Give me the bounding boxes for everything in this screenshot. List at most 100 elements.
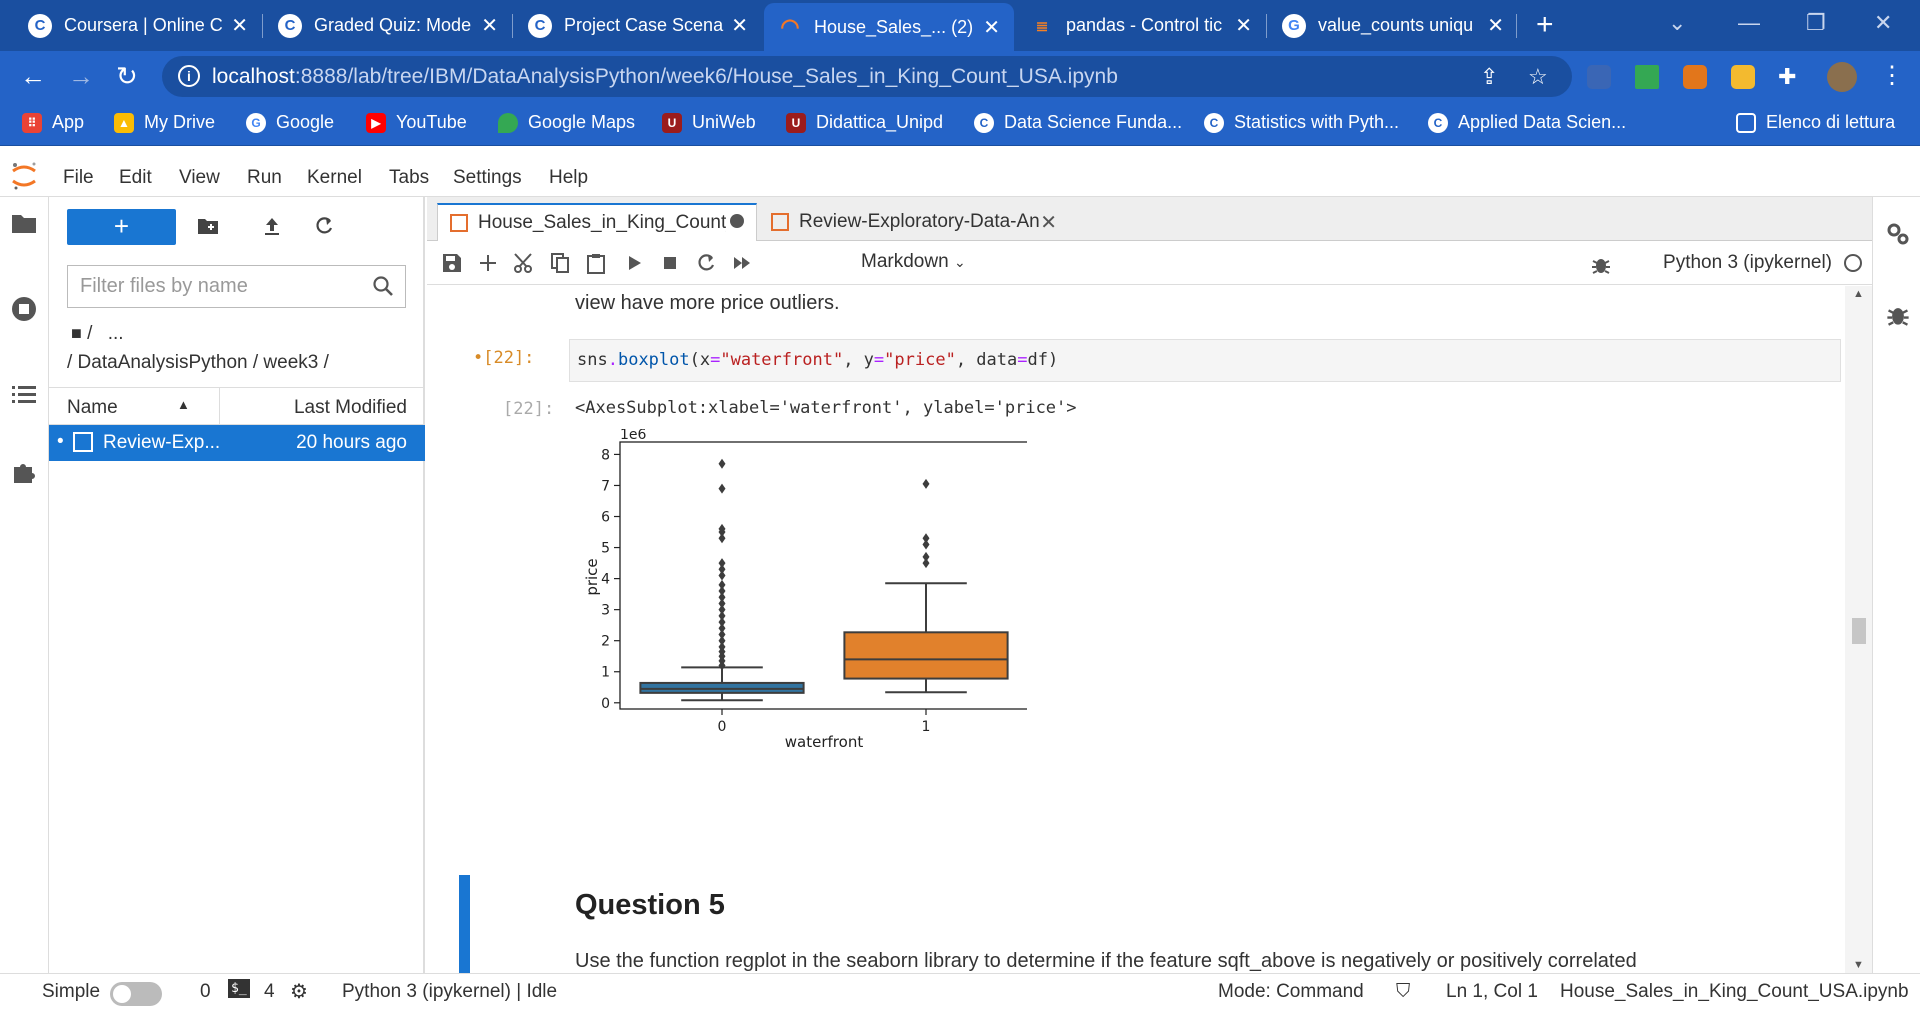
file-browser-panel: + Filter files by name ■ / ... / DataAna… — [49, 197, 425, 973]
interrupt-kernel-icon[interactable] — [659, 252, 681, 274]
browser-tab-pandas[interactable]: ≣ pandas - Control tic ✕ — [1016, 0, 1266, 51]
scroll-down-icon[interactable]: ▼ — [1853, 959, 1864, 971]
browser-tab-coursera[interactable]: C Coursera | Online C ✕ — [14, 0, 262, 51]
metamask-icon[interactable] — [1683, 65, 1707, 89]
cut-icon[interactable] — [513, 252, 535, 274]
bookmark-google-maps[interactable]: Google Maps — [498, 112, 635, 133]
new-launcher-button[interactable]: + — [67, 209, 176, 245]
bookmark-didattica[interactable]: U Didattica_Unipd — [786, 112, 943, 133]
breadcrumb-path[interactable]: / DataAnalysisPython / week3 / — [67, 352, 329, 374]
close-tab-icon[interactable]: ✕ — [1040, 210, 1057, 235]
drive-extension-icon[interactable] — [1635, 65, 1659, 89]
browser-menu-icon[interactable]: ⋮ — [1880, 62, 1904, 90]
reading-list[interactable]: Elenco di lettura — [1736, 112, 1895, 133]
extension-manager-icon[interactable] — [10, 457, 38, 485]
restart-kernel-icon[interactable] — [695, 252, 717, 274]
running-sessions-icon[interactable] — [10, 295, 38, 323]
insert-cell-icon[interactable] — [477, 252, 499, 274]
doc-tab-house-sales[interactable]: House_Sales_in_King_Count_ — [437, 203, 757, 241]
run-all-icon[interactable] — [731, 252, 753, 274]
filter-files-input[interactable]: Filter files by name — [67, 265, 406, 308]
menu-tabs[interactable]: Tabs — [389, 167, 429, 189]
notebook-scrollbar[interactable]: ▲ ▼ — [1845, 286, 1872, 973]
reload-icon[interactable]: ↻ — [116, 62, 138, 90]
new-tab-button[interactable]: + — [1536, 10, 1554, 40]
browser-tab-value-counts[interactable]: G value_counts uniqu ✕ — [1268, 0, 1518, 51]
menu-run[interactable]: Run — [247, 167, 282, 189]
back-icon[interactable]: ← — [20, 62, 46, 90]
forward-icon[interactable]: → — [68, 62, 94, 90]
menu-file[interactable]: File — [63, 167, 94, 189]
bookmark-statistics[interactable]: C Statistics with Pyth... — [1204, 112, 1399, 133]
table-of-contents-icon[interactable] — [10, 381, 38, 409]
bookmark-youtube[interactable]: ▶ YouTube — [366, 112, 467, 133]
close-tab-icon[interactable]: ✕ — [231, 13, 248, 38]
column-last-modified[interactable]: Last Modified — [294, 397, 407, 419]
menu-view[interactable]: View — [179, 167, 220, 189]
extension-icon[interactable] — [1587, 65, 1611, 89]
bookmark-applied-data[interactable]: C Applied Data Scien... — [1428, 112, 1626, 133]
copy-icon[interactable] — [549, 252, 571, 274]
new-folder-icon[interactable] — [197, 215, 219, 237]
site-info-icon[interactable]: i — [178, 65, 200, 87]
close-tab-icon[interactable]: ✕ — [731, 13, 748, 38]
cursor-position[interactable]: Ln 1, Col 1 — [1446, 981, 1538, 1003]
column-divider[interactable] — [219, 388, 220, 426]
close-tab-icon[interactable]: ✕ — [983, 15, 1000, 40]
file-row[interactable]: • Review-Exp... 20 hours ago — [49, 425, 425, 461]
scroll-up-icon[interactable]: ▲ — [1853, 288, 1864, 300]
kernel-status-text[interactable]: Python 3 (ipykernel) | Idle — [342, 981, 557, 1003]
scrollbar-thumb[interactable] — [1852, 618, 1866, 644]
bookmark-google[interactable]: G Google — [246, 112, 334, 133]
menu-settings[interactable]: Settings — [453, 167, 522, 189]
breadcrumb-more[interactable]: ... — [108, 323, 124, 344]
breadcrumb-root[interactable]: / — [87, 323, 92, 344]
property-inspector-gears-icon[interactable] — [1885, 221, 1911, 247]
minimize-icon[interactable]: — — [1738, 10, 1760, 36]
debugger-bug-icon[interactable] — [1885, 301, 1911, 327]
bookmark-uniweb[interactable]: U UniWeb — [662, 112, 756, 133]
notebook-icon — [771, 213, 789, 231]
paste-icon[interactable] — [585, 252, 607, 274]
debugger-bug-icon[interactable] — [1590, 253, 1612, 275]
sort-ascending-icon[interactable]: ▲ — [177, 397, 190, 412]
browser-tab-house-sales[interactable]: ◠ House_Sales_... (2) ✕ — [764, 3, 1014, 51]
kernel-name[interactable]: Python 3 (ipykernel) — [1663, 252, 1832, 274]
close-tab-icon[interactable]: ✕ — [1235, 13, 1252, 38]
terminal-count[interactable]: 0 — [200, 981, 211, 1003]
share-icon[interactable]: ⇪ — [1480, 64, 1498, 90]
menu-edit[interactable]: Edit — [119, 167, 152, 189]
refresh-icon[interactable] — [313, 215, 335, 237]
bookmark-data-science[interactable]: C Data Science Funda... — [974, 112, 1182, 133]
folder-home-icon[interactable]: ■ — [71, 323, 82, 343]
upload-icon[interactable] — [261, 215, 283, 237]
jupyter-menubar: File Edit View Run Kernel Tabs Settings … — [0, 155, 1920, 197]
extensions-puzzle-icon[interactable]: ✚ — [1778, 63, 1796, 91]
menu-help[interactable]: Help — [549, 167, 588, 189]
binance-icon[interactable] — [1731, 65, 1755, 89]
tab-search-icon[interactable]: ⌄ — [1668, 10, 1686, 36]
bookmark-star-icon[interactable]: ☆ — [1528, 64, 1548, 90]
bookmark-app[interactable]: ⠿ App — [22, 112, 84, 133]
profile-avatar[interactable] — [1827, 62, 1857, 92]
kernel-count[interactable]: 4 — [264, 981, 275, 1003]
column-name[interactable]: Name — [67, 397, 118, 419]
folder-icon[interactable] — [10, 209, 38, 237]
run-cell-icon[interactable] — [623, 252, 645, 274]
browser-tab-graded-quiz[interactable]: C Graded Quiz: Mode ✕ — [264, 0, 512, 51]
restore-icon[interactable]: ❐ — [1806, 10, 1826, 36]
close-tab-icon[interactable]: ✕ — [481, 13, 498, 38]
close-window-icon[interactable]: ✕ — [1874, 10, 1892, 36]
url-bar[interactable]: i localhost:8888/lab/tree/IBM/DataAnalys… — [162, 56, 1572, 97]
simple-mode-toggle[interactable] — [110, 982, 162, 1006]
trusted-shield-icon[interactable]: ⛉ — [1396, 981, 1410, 1003]
cell-type-dropdown[interactable]: Markdown ⌄ — [861, 251, 966, 273]
bookmark-my-drive[interactable]: ▲ My Drive — [114, 112, 215, 133]
doc-tab-review[interactable]: Review-Exploratory-Data-An ✕ — [759, 203, 1069, 241]
unsaved-dot-icon[interactable] — [730, 214, 744, 228]
code-cell-editor[interactable]: sns.boxplot(x="waterfront", y="price", d… — [569, 339, 1841, 382]
browser-tab-project-case[interactable]: C Project Case Scenar ✕ — [514, 0, 762, 51]
save-icon[interactable] — [441, 252, 463, 274]
close-tab-icon[interactable]: ✕ — [1487, 13, 1504, 38]
menu-kernel[interactable]: Kernel — [307, 167, 362, 189]
